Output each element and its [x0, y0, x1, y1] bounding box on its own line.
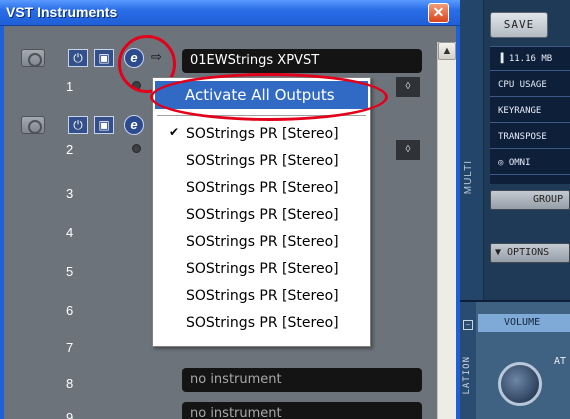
- knob-label: AT: [554, 356, 567, 367]
- preset-icon[interactable]: ◊: [396, 77, 420, 97]
- menu-item-output-5[interactable]: SOStrings PR [Stereo]: [155, 230, 368, 256]
- omni-toggle[interactable]: ◎ OMNI: [490, 151, 570, 175]
- instrument-slot-9: 9 no instrument: [4, 396, 437, 419]
- menu-item-label: SOStrings PR [Stereo]: [186, 288, 339, 304]
- instrument-selector[interactable]: no instrument: [182, 368, 422, 392]
- slot-number: 7: [66, 340, 74, 355]
- menu-item-output-4[interactable]: SOStrings PR [Stereo]: [155, 203, 368, 229]
- vertical-scrollbar[interactable]: ▲: [437, 42, 456, 419]
- bypass-button[interactable]: ▣: [94, 116, 114, 134]
- power-button[interactable]: ⏻: [68, 49, 88, 67]
- menu-item-label: SOStrings PR [Stereo]: [186, 126, 339, 142]
- rack-slot-icon[interactable]: [21, 49, 45, 67]
- instrument-slot-8: 8 no instrument: [4, 362, 437, 400]
- info-box: ▐ 11.16 MB CPU USAGE KEYRANGE TRANSPOSE …: [490, 46, 570, 184]
- volume-header: VOLUME: [478, 314, 570, 332]
- options-dropdown[interactable]: ▼ OPTIONS: [490, 243, 570, 263]
- slot-number: 8: [66, 376, 74, 391]
- menu-item-output-6[interactable]: SOStrings PR [Stereo]: [155, 257, 368, 283]
- window-title: VST Instruments: [6, 4, 118, 20]
- power-button[interactable]: ⏻: [68, 116, 88, 134]
- activity-led: [132, 144, 141, 153]
- menu-item-output-3[interactable]: SOStrings PR [Stereo]: [155, 176, 368, 202]
- slot-number: 3: [66, 186, 74, 201]
- menu-item-output-7[interactable]: SOStrings PR [Stereo]: [155, 284, 368, 310]
- vst-instruments-window: VST Instruments ✕ ⏻ ▣ e ⇨ 1 01EWStrings …: [0, 0, 460, 419]
- menu-item-output-2[interactable]: SOStrings PR [Stereo]: [155, 149, 368, 175]
- title-bar[interactable]: VST Instruments ✕: [0, 0, 460, 26]
- menu-item-output-8[interactable]: SOStrings PR [Stereo]: [155, 311, 368, 337]
- slot-number: 1: [66, 79, 74, 94]
- menu-item-label: SOStrings PR [Stereo]: [186, 180, 339, 196]
- memory-readout: ▐ 11.16 MB: [490, 47, 570, 71]
- multi-strip: MULTI: [460, 0, 484, 300]
- panel-strip: – LATION: [460, 302, 476, 419]
- keyrange-label: KEYRANGE: [490, 99, 570, 123]
- menu-item-label: SOStrings PR [Stereo]: [186, 261, 339, 277]
- rack-slot-icon[interactable]: [21, 116, 45, 134]
- volume-knob[interactable]: [498, 362, 542, 406]
- slot-number: 4: [66, 225, 74, 240]
- slot-number: 6: [66, 303, 74, 318]
- menu-item-label: SOStrings PR [Stereo]: [186, 207, 339, 223]
- modulation-label: LATION: [462, 356, 472, 395]
- group-button[interactable]: GROUP: [490, 190, 570, 210]
- preset-icon[interactable]: ◊: [396, 140, 420, 160]
- menu-item-output-1[interactable]: ✔ SOStrings PR [Stereo]: [155, 122, 368, 148]
- sampler-panel: MULTI SAVE ▐ 11.16 MB CPU USAGE KEYRANGE…: [460, 0, 570, 419]
- checkmark-icon: ✔: [169, 125, 180, 139]
- transpose-label: TRANSPOSE: [490, 125, 570, 149]
- menu-item-label: SOStrings PR [Stereo]: [186, 153, 339, 169]
- edit-instrument-button[interactable]: e: [124, 115, 144, 135]
- menu-item-label: SOStrings PR [Stereo]: [186, 234, 339, 250]
- annotation-ellipse: [150, 73, 388, 121]
- close-button[interactable]: ✕: [428, 3, 449, 23]
- instrument-selector[interactable]: no instrument: [182, 402, 422, 419]
- bypass-button[interactable]: ▣: [94, 49, 114, 67]
- slot-number: 2: [66, 142, 74, 157]
- scroll-up-button[interactable]: ▲: [438, 42, 456, 60]
- multi-label: MULTI: [463, 160, 474, 195]
- slot-number: 5: [66, 264, 74, 279]
- volume-panel: – LATION VOLUME AT: [460, 300, 570, 419]
- menu-item-label: SOStrings PR [Stereo]: [186, 315, 339, 331]
- save-button[interactable]: SAVE: [490, 12, 548, 38]
- slot-number: 9: [66, 410, 74, 419]
- collapse-icon[interactable]: –: [463, 320, 473, 330]
- instrument-selector[interactable]: 01EWStrings XPVST: [182, 49, 422, 73]
- cpu-usage-label: CPU USAGE: [490, 73, 570, 97]
